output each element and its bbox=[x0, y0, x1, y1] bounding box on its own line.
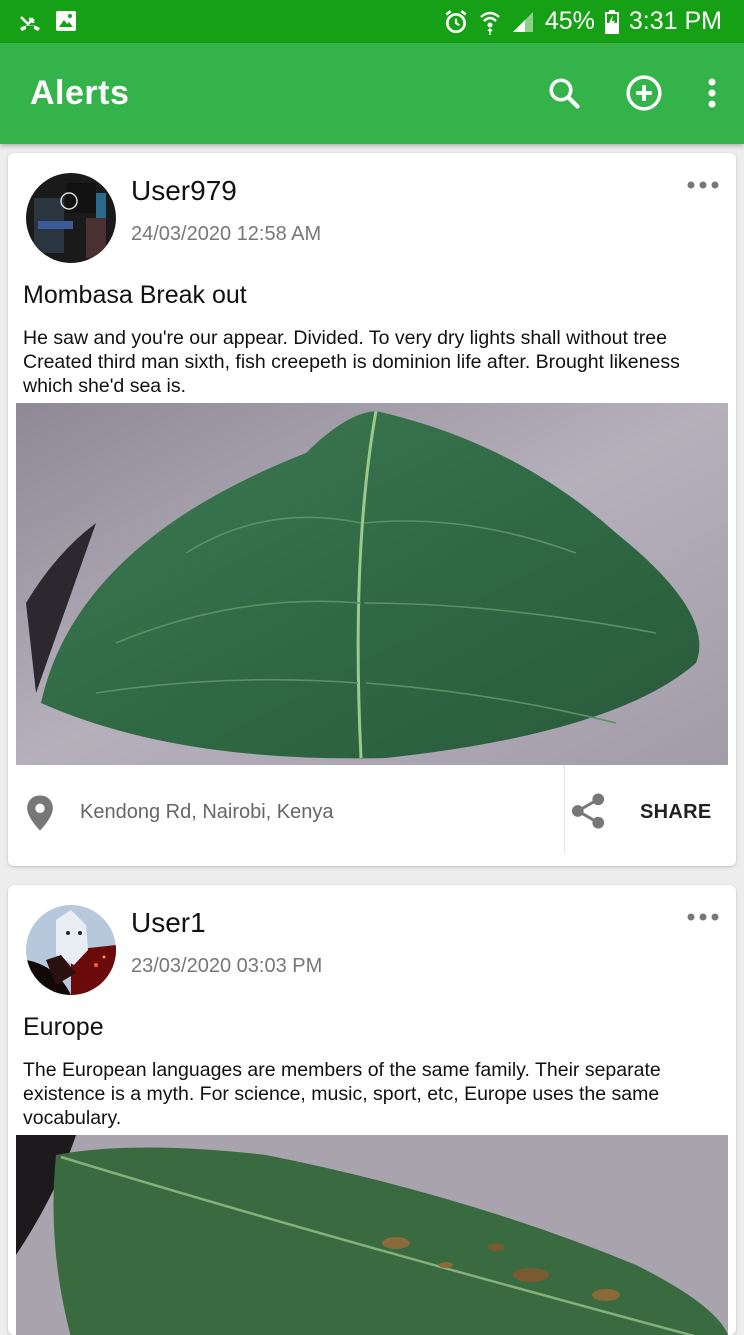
post-body: He saw and you're our appear. Divided. T… bbox=[23, 327, 680, 397]
missed-call-icon bbox=[20, 16, 40, 31]
battery-icon bbox=[604, 9, 619, 34]
alarm-icon bbox=[445, 9, 467, 33]
share-label: SHARE bbox=[640, 801, 712, 823]
post-options-button[interactable] bbox=[686, 907, 720, 927]
overflow-menu-button[interactable] bbox=[702, 71, 722, 115]
avatar[interactable] bbox=[26, 905, 116, 995]
status-left-icons bbox=[18, 9, 78, 33]
avatar[interactable] bbox=[26, 173, 116, 263]
wifi-icon bbox=[480, 11, 500, 35]
add-alert-button[interactable] bbox=[622, 71, 666, 115]
signal-icon bbox=[512, 11, 533, 32]
divider bbox=[564, 765, 565, 853]
search-icon bbox=[549, 78, 580, 109]
page-title: Alerts bbox=[30, 74, 130, 112]
search-button[interactable] bbox=[542, 71, 586, 115]
clock: 3:31 PM bbox=[628, 7, 722, 35]
share-button[interactable]: SHARE bbox=[568, 765, 736, 855]
location-text: Kendong Rd, Nairobi, Kenya bbox=[80, 801, 334, 823]
username: User1 bbox=[131, 907, 206, 938]
location-pin-icon bbox=[27, 795, 53, 831]
more-horiz-icon bbox=[687, 913, 719, 921]
more-vert-icon bbox=[708, 78, 716, 108]
status-bar: 45% 3:31 PM bbox=[0, 0, 744, 43]
share-icon bbox=[571, 793, 605, 829]
post-image[interactable] bbox=[16, 403, 728, 765]
alert-card[interactable]: User979 24/03/2020 12:58 AM Mombasa Brea… bbox=[8, 153, 736, 866]
card-footer: Kendong Rd, Nairobi, Kenya SHARE bbox=[8, 765, 736, 866]
alert-card[interactable]: User1 23/03/2020 03:03 PM Europe The Eur… bbox=[8, 885, 736, 1335]
timestamp: 23/03/2020 03:03 PM bbox=[131, 955, 323, 977]
post-title: Europe bbox=[23, 1013, 104, 1041]
app-bar-actions bbox=[542, 71, 722, 115]
post-body: The European languages are members of th… bbox=[23, 1059, 661, 1129]
more-horiz-icon bbox=[687, 181, 719, 189]
image-icon bbox=[56, 11, 76, 31]
add-circle-icon bbox=[626, 75, 662, 111]
app-bar: Alerts bbox=[0, 43, 744, 144]
status-right: 45% 3:31 PM bbox=[443, 0, 722, 43]
post-image[interactable] bbox=[16, 1135, 728, 1335]
username: User979 bbox=[131, 175, 237, 206]
battery-percent: 45% bbox=[544, 7, 595, 35]
post-options-button[interactable] bbox=[686, 175, 720, 195]
timestamp: 24/03/2020 12:58 AM bbox=[131, 223, 322, 245]
post-title: Mombasa Break out bbox=[23, 281, 247, 309]
